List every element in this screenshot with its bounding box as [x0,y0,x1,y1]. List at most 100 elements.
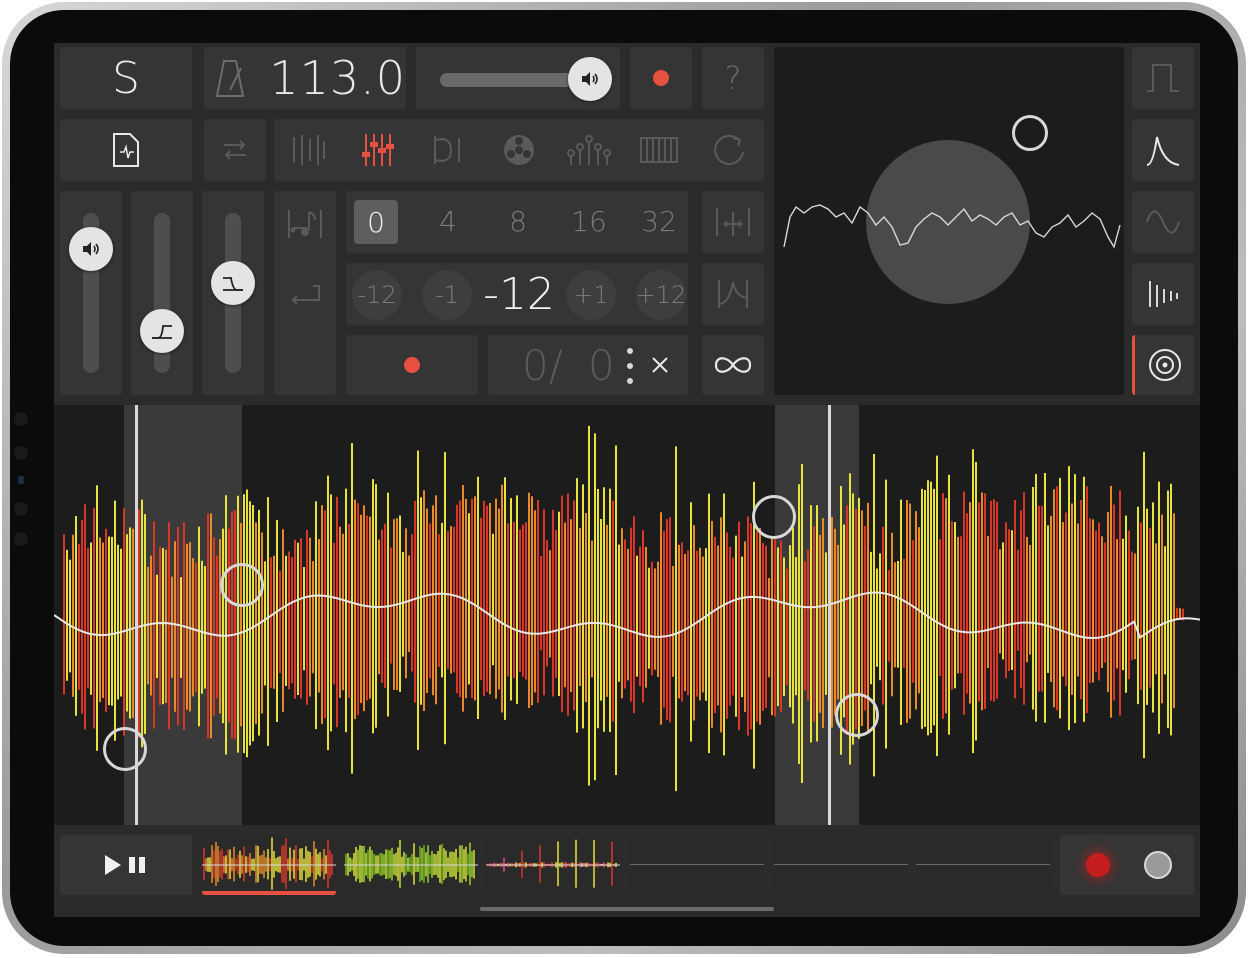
slider-lowpass-knob[interactable] [211,261,255,305]
transpose-label: -12 [357,281,397,309]
help-button[interactable]: ? [702,47,764,109]
transpose-minus-12[interactable]: -12 [352,270,402,320]
record-dot-icon [653,70,669,86]
quantize-options-panel: 0 4 8 16 32 [346,191,688,253]
lfo-target-button[interactable] [1132,335,1194,395]
tab-loop[interactable] [694,119,764,181]
slider-highpass-knob[interactable] [140,309,184,353]
slider-volume-panel [60,191,122,395]
waveform-handle[interactable] [220,563,264,607]
waveform-handle[interactable] [103,727,147,771]
quantize-side-panel [274,191,336,395]
lfo-steps-button[interactable] [1132,263,1194,325]
resample-record-button[interactable] [1086,853,1110,877]
loop-counter-left: 0/ [522,341,563,390]
highpass-icon [152,325,172,339]
loop-counter-panel: 0/ 0 [488,335,688,395]
sequencer-icon [567,135,611,165]
tempo-panel[interactable]: 113.0 [204,47,406,109]
volume-slider-knob[interactable] [568,57,612,101]
transpose-value: -12 [483,269,555,320]
lfo-envelope-button[interactable] [1132,119,1194,181]
play-pause-icon [105,855,145,875]
target-icon [1148,349,1181,381]
infinity-button[interactable] [702,335,764,395]
waveform-canvas [54,425,1200,792]
swap-arrows-icon [224,140,246,160]
record-button-top[interactable] [630,47,692,109]
play-pause-button[interactable] [60,835,192,895]
mode-label: S [112,52,140,104]
sine-wave-icon [1146,210,1180,234]
slider-highpass-panel [131,191,193,395]
bars-icon [1149,281,1178,307]
vertical-dots-icon[interactable] [626,347,634,385]
xy-pad-handle[interactable] [1012,115,1048,151]
close-icon[interactable] [650,355,670,375]
xy-pad[interactable] [774,47,1124,395]
lfo-sine-button[interactable] [1132,191,1194,253]
resample-toggle-button[interactable] [1144,851,1172,879]
sample-slot-3[interactable] [486,835,620,895]
stretch-icon [716,208,750,236]
tab-reel[interactable] [484,119,554,181]
tab-keyboard[interactable] [624,119,694,181]
lfo-square-button[interactable] [1132,47,1194,109]
tab-slicer[interactable] [274,119,344,181]
reverse-envelope-icon [718,280,748,308]
quantize-option-4[interactable]: 4 [426,205,470,238]
app-screen: S 113.0 ? 0 4 8 16 32 -12 -1 -12 +1 +12 … [54,43,1200,917]
sample-slot-1[interactable] [202,835,336,895]
empty-slot-line [916,864,1050,865]
quantize-option-0[interactable]: 0 [354,200,398,244]
tab-granular[interactable] [414,119,484,181]
transpose-minus-1[interactable]: -1 [422,270,472,320]
infinity-icon [714,357,752,373]
sample-slot-4[interactable] [630,835,764,895]
bpm-value[interactable]: 113.0 [269,51,406,105]
transpose-label: +1 [573,281,609,309]
slice-line-right [828,405,831,825]
quantize-option-label: 0 [367,205,385,239]
empty-slot-line [774,864,908,865]
slider-lowpass-panel [202,191,264,395]
return-arrow-icon[interactable] [274,257,336,329]
speaker-icon [582,72,598,86]
tab-sequencer[interactable] [554,119,624,181]
sample-slot-6[interactable] [916,835,1050,895]
slot-selected-indicator [202,891,336,895]
waveform-handle[interactable] [752,495,796,539]
sample-slot-2[interactable] [344,835,478,895]
sample-slot-5[interactable] [774,835,908,895]
transpose-plus-1[interactable]: +1 [566,270,616,320]
loop-record-button[interactable] [346,335,478,395]
metronome-icon[interactable] [204,47,255,109]
transpose-label: -1 [435,281,459,309]
tab-mixer[interactable] [344,119,414,181]
empty-slot-line [630,864,764,865]
help-label: ? [724,59,742,97]
reel-icon [504,135,534,165]
mode-button[interactable]: S [60,47,192,109]
quantize-option-32[interactable]: 32 [634,205,684,238]
home-indicator [480,907,774,911]
file-button[interactable] [60,119,192,181]
stretch-button[interactable] [702,191,764,253]
side-camera-dots [14,412,30,552]
slider-volume-knob[interactable] [69,227,113,271]
quantize-option-8[interactable]: 8 [496,205,540,238]
transpose-label: +12 [635,281,687,309]
reverse-button[interactable] [702,263,764,325]
swap-button[interactable] [204,119,266,181]
envelope-curve-icon [1146,136,1180,166]
mixer-icon [362,134,394,166]
volume-slider-panel[interactable] [416,47,620,109]
resample-panel [1060,835,1194,895]
transpose-plus-12[interactable]: +12 [636,270,686,320]
xy-pad-waveform [783,204,1121,249]
quantize-option-16[interactable]: 16 [564,205,614,238]
waveform-view[interactable] [54,405,1200,825]
lowpass-icon [223,277,243,291]
waveform-handle[interactable] [835,693,879,737]
quantize-note-icon[interactable] [274,191,336,257]
